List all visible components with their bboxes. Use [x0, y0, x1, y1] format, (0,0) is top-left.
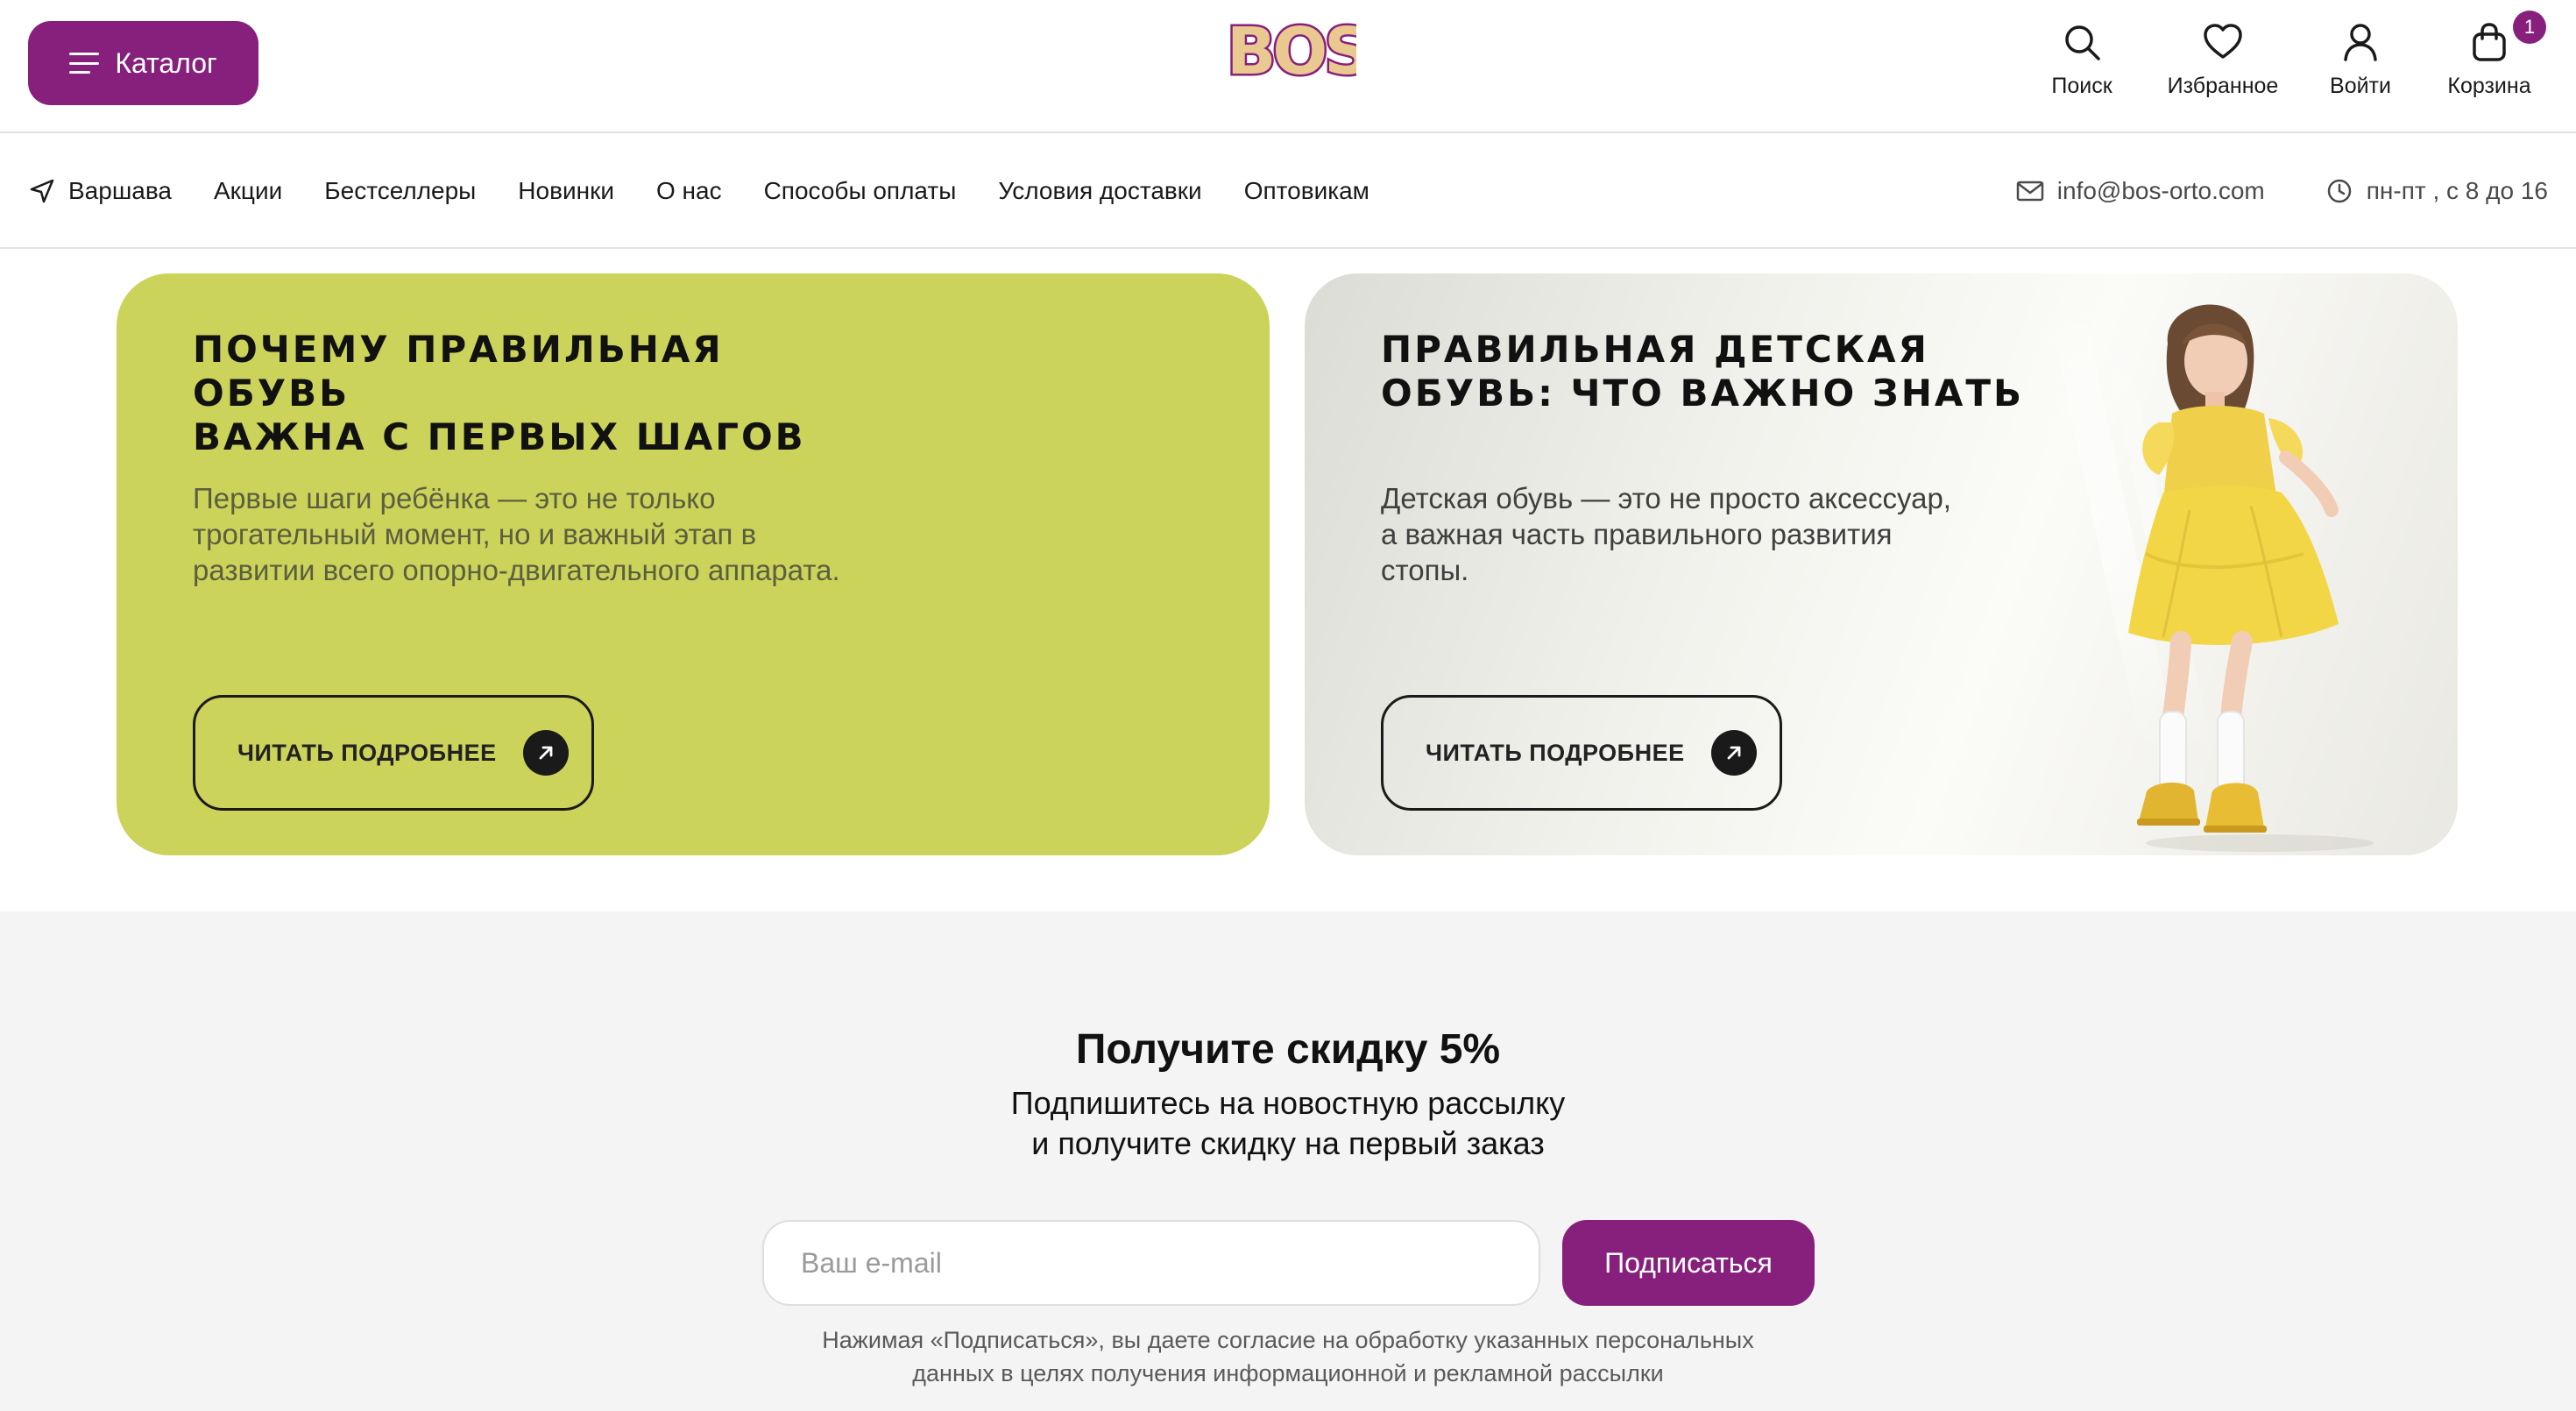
arrow-up-right-icon: [1710, 730, 1757, 776]
nav-payment-methods[interactable]: Способы оплаты: [764, 177, 957, 205]
newsletter-section: Получите скидку 5% Подпишитесь на новост…: [0, 911, 2576, 1411]
consent-note: Нажимая «Подписаться», вы даете согласие…: [0, 1323, 2576, 1390]
city-label: Варшава: [68, 177, 172, 204]
header-actions: Поиск Избранное Войти Корзина 1: [2029, 11, 2555, 109]
nav-links: Варшава Акции Бестселлеры Новинки О нас …: [28, 135, 1412, 247]
card-title: Правильная детская обувь: что важно знат…: [1381, 328, 2082, 415]
nav-new-arrivals[interactable]: Новинки: [518, 177, 614, 205]
card-title-line: Почему правильная обувь: [193, 328, 724, 415]
email-contact[interactable]: info@bos-orto.com: [2015, 176, 2265, 206]
mail-icon: [2016, 181, 2044, 202]
search-label: Поиск: [2051, 74, 2112, 98]
card-description: Первые шаги ребёнка — это не только трог…: [193, 480, 911, 588]
cart-count-badge: 1: [2513, 11, 2546, 44]
newsletter-text-line: Подпишитесь на новостную рассылку: [1010, 1085, 1566, 1121]
nav-wholesale[interactable]: Оптовикам: [1244, 177, 1369, 205]
card-title: Почему правильная обувь важна с первых ш…: [193, 328, 894, 459]
logo[interactable]: BOS: [1225, 12, 1374, 92]
location-arrow-icon: [30, 179, 54, 203]
newsletter-text-line: и получите скидку на первый заказ: [1031, 1125, 1545, 1161]
heart-icon: [2204, 24, 2242, 59]
arrow-up-right-icon: [522, 730, 569, 776]
card-desc-line: развитии всего опорно-двигательного аппа…: [193, 554, 840, 586]
card-desc-line: стопы.: [1381, 554, 1469, 586]
cart-button[interactable]: Корзина 1: [2424, 11, 2555, 109]
read-more-label: ЧИТАТЬ ПОДРОБНЕЕ: [237, 739, 497, 766]
newsletter-text: Подпишитесь на новостную рассылку и полу…: [0, 1083, 2576, 1164]
card-desc-line: а важная часть правильного развития: [1381, 518, 1893, 550]
article-card-first-steps[interactable]: Почему правильная обувь важна с первых ш…: [117, 273, 1270, 855]
catalog-button[interactable]: Каталог: [28, 21, 258, 105]
site-header: Каталог BOS Поиск Избранное Войти Корзин…: [0, 0, 2576, 133]
card-description: Детская обувь — это не просто аксессуар,…: [1381, 480, 2047, 588]
read-more-button[interactable]: ЧИТАТЬ ПОДРОБНЕЕ: [1381, 695, 1782, 811]
contact-info: info@bos-orto.com пн-пт , с 8 до 16: [2015, 135, 2548, 247]
read-more-label: ЧИТАТЬ ПОДРОБНЕЕ: [1426, 739, 1685, 766]
card-title-line: важна с первых шагов: [193, 415, 806, 458]
email-text: info@bos-orto.com: [2056, 177, 2265, 204]
hours-text: пн-пт , с 8 до 16: [2366, 177, 2548, 204]
user-icon: [2344, 24, 2377, 61]
card-desc-line: Первые шаги ребёнка — это не только: [193, 482, 716, 514]
nav-delivery-terms[interactable]: Условия доставки: [998, 177, 1201, 205]
email-input[interactable]: [762, 1220, 1540, 1306]
login-label: Войти: [2330, 74, 2391, 98]
favorites-label: Избранное: [2167, 74, 2279, 98]
nav-promotions[interactable]: Акции: [214, 177, 282, 205]
catalog-label: Каталог: [115, 46, 217, 79]
article-card-kids-shoes[interactable]: Правильная детская обувь: что важно знат…: [1305, 273, 2458, 855]
consent-note-line: Нажимая «Подписаться», вы даете согласие…: [822, 1327, 1754, 1353]
subscribe-button[interactable]: Подписаться: [1562, 1220, 1815, 1306]
login-button[interactable]: Войти: [2308, 21, 2413, 109]
nav-about[interactable]: О нас: [656, 177, 722, 205]
nav-bestsellers[interactable]: Бестселлеры: [324, 177, 476, 205]
card-title-line: Правильная детская: [1381, 328, 1929, 371]
consent-note-line: данных в целях получения информационной …: [912, 1360, 1664, 1386]
newsletter-title: Получите скидку 5%: [1075, 1026, 1501, 1073]
working-hours: пн-пт , с 8 до 16: [2325, 176, 2548, 206]
bag-icon: [2473, 23, 2506, 61]
card-title-line: обувь: что важно знать: [1381, 372, 2025, 415]
city-selector[interactable]: Варшава: [28, 177, 172, 205]
read-more-button[interactable]: ЧИТАТЬ ПОДРОБНЕЕ: [193, 695, 594, 811]
main-nav: Варшава Акции Бестселлеры Новинки О нас …: [0, 135, 2576, 249]
search-icon: [2065, 25, 2100, 60]
menu-icon: [69, 53, 100, 74]
search-button[interactable]: Поиск: [2029, 21, 2134, 109]
favorites-button[interactable]: Избранное: [2148, 21, 2297, 109]
girl-photo: [2128, 304, 2374, 852]
logo-text: BOS: [1227, 16, 1356, 86]
cart-label: Корзина: [2447, 74, 2531, 98]
card-desc-line: Детская обувь — это не просто аксессуар,: [1381, 482, 1951, 514]
clock-icon: [2327, 179, 2351, 203]
card-desc-line: трогательный момент, но и важный этап в: [193, 518, 757, 550]
